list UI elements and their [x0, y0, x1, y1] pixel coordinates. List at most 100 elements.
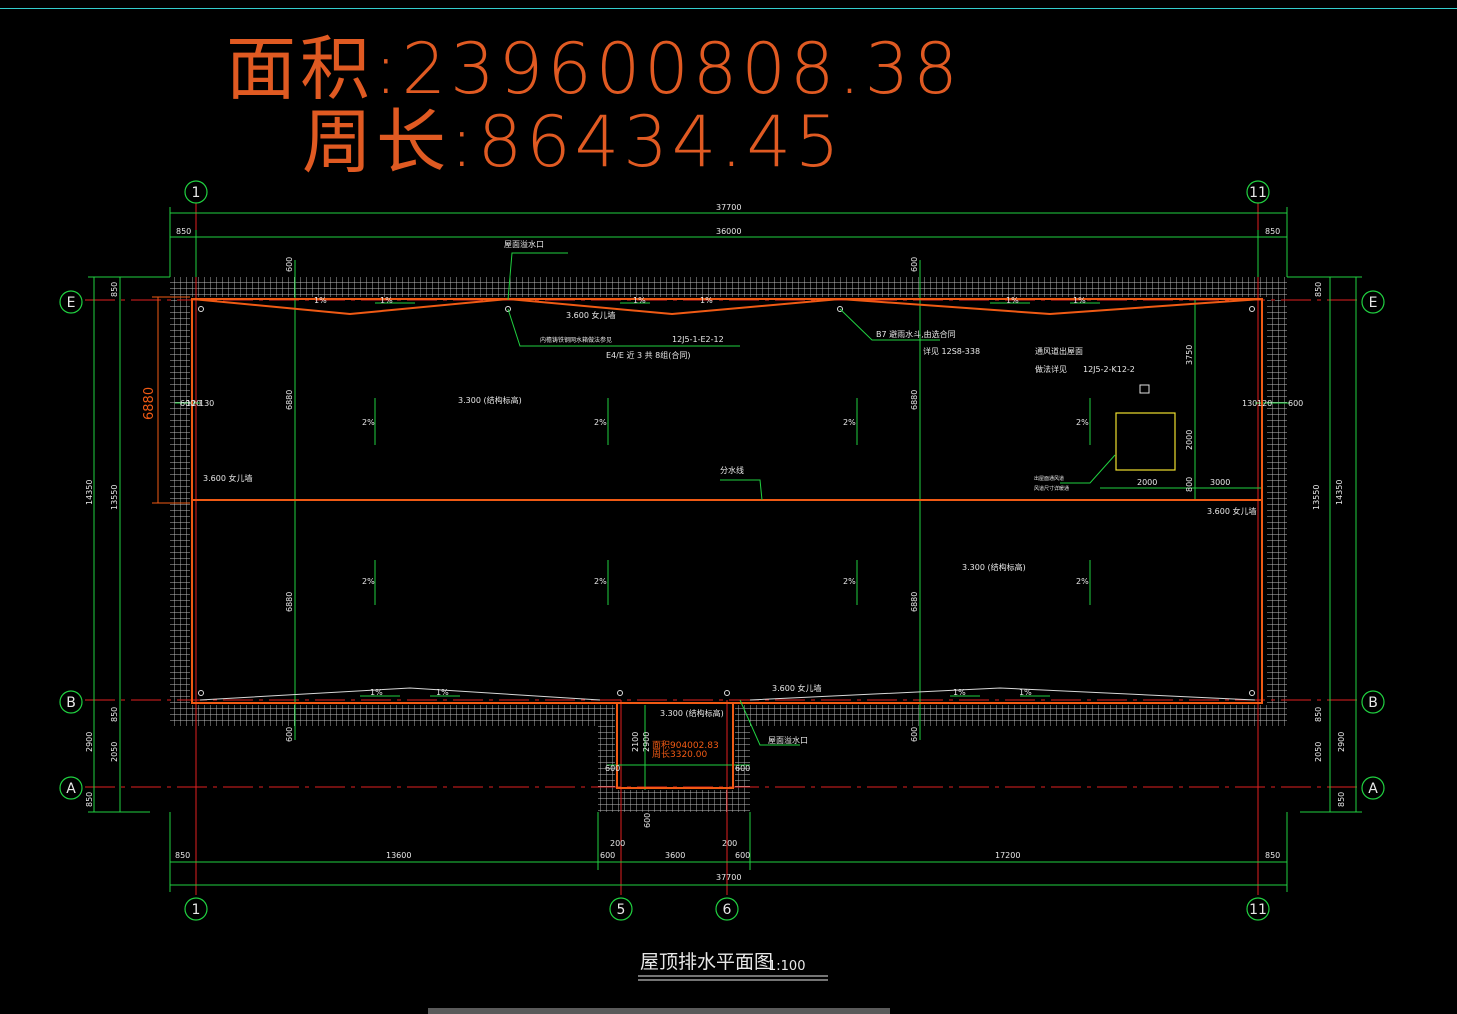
- dim-text: 36000: [716, 227, 741, 236]
- dim-text: 2100: [631, 732, 640, 752]
- dim-text: 6880: [910, 592, 919, 612]
- grid-label: E: [1369, 295, 1378, 311]
- slope-label: 2%: [1076, 577, 1089, 586]
- dim-text: 13550: [1312, 485, 1321, 510]
- dim-text: 2050: [1314, 742, 1323, 762]
- dimension-texts: 37700 36000 850 850 850 13600 600 200 36…: [85, 203, 1346, 882]
- dim-text: 14350: [1335, 480, 1344, 505]
- slope-label: 1%: [436, 688, 449, 697]
- slope-label: 1%: [314, 296, 327, 305]
- dim-text: 600: [605, 764, 620, 773]
- slope-label: 2%: [1076, 418, 1089, 427]
- small-measure: 面积904002.83 周长3320.00: [652, 739, 719, 760]
- note-struct3: 3.300 (结构标高): [660, 708, 724, 718]
- drawing-scale: 1:100: [768, 959, 805, 974]
- grid-label: 11: [1249, 902, 1267, 918]
- dim-text: 600: [285, 257, 294, 272]
- dim-text: 13550: [110, 485, 119, 510]
- dim-text: 3600: [665, 851, 685, 860]
- dim-text: 2000: [1185, 430, 1194, 450]
- slope-label: 2%: [362, 418, 375, 427]
- dim-text: 3000: [1210, 478, 1230, 487]
- vent-shaft-box[interactable]: [1115, 412, 1176, 471]
- slope-label: 1%: [1073, 296, 1086, 305]
- dim-text: 600: [643, 813, 652, 828]
- note-vent-box1: 出屋面通风道: [1034, 475, 1064, 482]
- dim-text: 14350: [85, 480, 94, 505]
- dim-text: 850: [175, 851, 190, 860]
- dim-text: 17200: [995, 851, 1020, 860]
- note-drain-top: 屋面溢水口: [504, 239, 544, 249]
- dim-text: 37700: [716, 203, 741, 212]
- slope-label: 1%: [633, 296, 646, 305]
- dim-text: 120: [1257, 399, 1272, 408]
- grid-label: 1: [192, 902, 201, 918]
- note-ridge: 分水线: [720, 465, 744, 475]
- note-struct1: 3.300 (结构标高): [458, 395, 522, 405]
- dim-text: 200: [610, 839, 625, 848]
- dim-text: 600: [1288, 399, 1303, 408]
- grid-label: E: [67, 295, 76, 311]
- dim-text: 37700: [716, 873, 741, 882]
- dim-text: 130: [199, 399, 214, 408]
- note-b7-ref: 详见 12S8-338: [923, 346, 980, 356]
- dim-text: 850: [110, 282, 119, 297]
- grid-label: A: [1368, 781, 1378, 797]
- slope-label: 2%: [843, 577, 856, 586]
- dim-text: 600: [285, 727, 294, 742]
- dim-text: 850: [110, 707, 119, 722]
- note-vent2: 做法详见: [1035, 364, 1067, 374]
- slope-label: 1%: [380, 296, 393, 305]
- slope-label: 2%: [362, 577, 375, 586]
- dim-text: 2900: [85, 732, 94, 752]
- grid-label: 1: [192, 185, 201, 201]
- parapet-wall: [170, 277, 1287, 812]
- note-pipe-sub: E4/E 近 3 共 8组(合同): [606, 350, 691, 360]
- dim-text: 130: [1242, 399, 1257, 408]
- vent-marker: [1139, 384, 1150, 394]
- dim-text: 850: [85, 792, 94, 807]
- note-b7: B7 避雨水斗,由选合同: [876, 329, 956, 339]
- dim-text: 850: [1265, 851, 1280, 860]
- note-drain-bottom: 屋面溢水口: [768, 735, 808, 745]
- roof-drainage-plan[interactable]: 1 11 1 5 6 11 E B A E B A 37700 36000 85…: [0, 0, 1457, 1014]
- dim-text: 2900: [642, 732, 651, 752]
- slope-label: 1%: [370, 688, 383, 697]
- dim-text: 850: [1337, 792, 1346, 807]
- dim-text: 800: [1185, 477, 1194, 492]
- note-parapet-right: 3.600 女儿墙: [1207, 506, 1256, 516]
- dim-text: 600: [910, 727, 919, 742]
- grid-label: 11: [1249, 185, 1267, 201]
- note-struct2: 3.300 (结构标高): [962, 562, 1026, 572]
- dim-text: 3750: [1185, 345, 1194, 365]
- note-parapet-left: 3.600 女儿墙: [203, 473, 252, 483]
- grid-label: B: [66, 695, 76, 711]
- dim-text: 2900: [1337, 732, 1346, 752]
- horizontal-scrollbar[interactable]: [428, 1008, 890, 1014]
- slope-labels: 1% 1% 1% 1% 1% 1% 1% 1% 1% 1% 2% 2% 2% 2…: [314, 296, 1089, 697]
- note-vent-ref: 12J5-2-K12-2: [1083, 365, 1135, 374]
- small-perimeter-label: 周长3320.00: [652, 748, 707, 760]
- dim-text: 13600: [386, 851, 411, 860]
- slope-label: 1%: [1006, 296, 1019, 305]
- gutter-lines: [199, 687, 1256, 701]
- dim-text: 6880: [910, 390, 919, 410]
- grid-label: 5: [617, 902, 626, 918]
- dim-text: 6880: [285, 592, 294, 612]
- dim-text: 600: [735, 851, 750, 860]
- note-vent1: 通风道出屋面: [1035, 346, 1083, 356]
- slope-label: 2%: [594, 577, 607, 586]
- dim-text: 2050: [110, 742, 119, 762]
- dim-text: 200: [722, 839, 737, 848]
- note-pipe: 内檐铸铁钢网水箱做法参见: [540, 336, 612, 344]
- slope-label: 1%: [953, 688, 966, 697]
- dim-text: 2000: [1137, 478, 1157, 487]
- note-vent-box2: 风道尺寸详暖通: [1034, 485, 1069, 492]
- grid-label: 6: [723, 902, 732, 918]
- dim-text: 850: [1265, 227, 1280, 236]
- grid-label: B: [1368, 695, 1378, 711]
- title-underline: [638, 975, 828, 981]
- slope-label: 1%: [1019, 688, 1032, 697]
- dim-text: 600: [735, 764, 750, 773]
- dim-text: 850: [1314, 707, 1323, 722]
